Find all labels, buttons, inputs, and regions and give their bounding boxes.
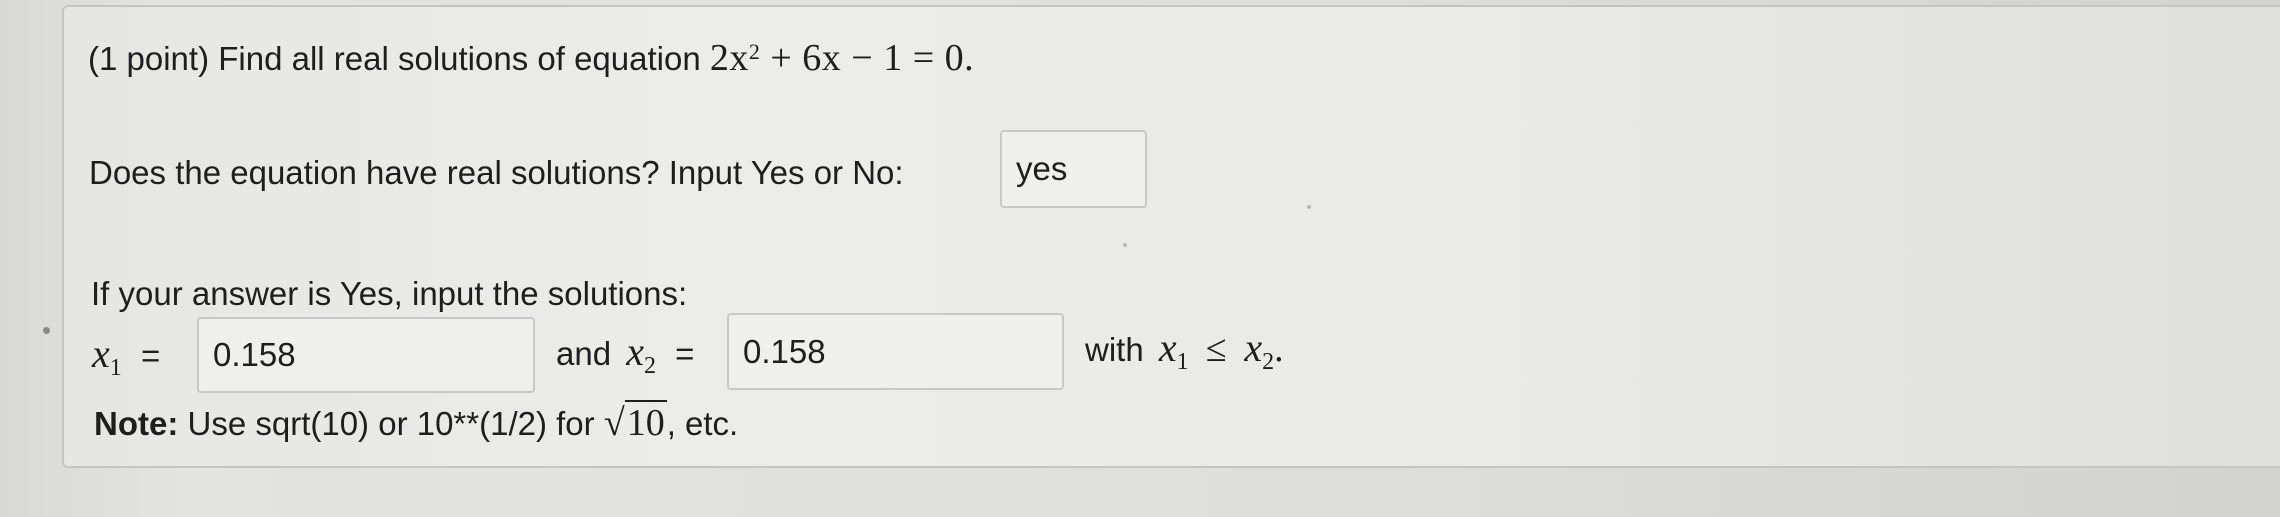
solutions-intro: If your answer is Yes, input the solutio…	[91, 275, 688, 312]
x2-input-value: 0.158	[743, 332, 826, 370]
problem-points: (1 point)	[88, 40, 210, 77]
and-label: and	[556, 335, 612, 372]
x2-input[interactable]: 0.158	[727, 313, 1064, 390]
cond-operator: ≤	[1205, 328, 1228, 370]
x1-input[interactable]: 0.158	[197, 317, 535, 393]
sqrt-expression: √10	[603, 400, 667, 444]
cond-x1-var: x	[1158, 325, 1177, 370]
note-tail: , etc.	[666, 405, 739, 442]
with-label: with	[1085, 331, 1144, 368]
equation-exponent: 2	[748, 39, 761, 64]
problem-equation: 2x2 + 6x − 1 = 0.	[710, 37, 974, 79]
cond-x2-var: x	[1244, 325, 1263, 370]
ordering-condition: with x1 ≤ x2.	[1085, 325, 1285, 376]
real-solutions-value: yes	[1016, 150, 1068, 187]
margin-dot	[43, 327, 50, 334]
problem-statement: (1 point) Find all real solutions of equ…	[88, 38, 974, 79]
x2-equals: =	[675, 335, 695, 372]
x1-label: x1 =	[92, 331, 161, 382]
x2-var: x	[626, 329, 644, 374]
x1-sub: 1	[109, 355, 122, 381]
surface-speck	[1307, 205, 1311, 209]
cond-x2-sub: 2	[1262, 349, 1275, 375]
cond-end: .	[1274, 328, 1285, 370]
problem-prompt: Find all real solutions of equation	[218, 40, 701, 77]
x1-var: x	[92, 331, 110, 376]
cond-x1-sub: 1	[1176, 349, 1189, 375]
equation-lead: 2x	[709, 37, 749, 79]
note-text: Use sqrt(10) or 10**(1/2) for	[187, 405, 595, 442]
x1-input-value: 0.158	[213, 336, 296, 373]
equation-rest: + 6x − 1 = 0.	[760, 37, 975, 79]
real-solutions-question: Does the equation have real solutions? I…	[89, 154, 904, 191]
x1-equals: =	[140, 337, 161, 374]
surface-speck	[1123, 243, 1127, 247]
x2-sub: 2	[644, 353, 656, 379]
sqrt-radicand: 10	[624, 400, 667, 444]
note-line: Note: Use sqrt(10) or 10**(1/2) for √10,…	[94, 400, 739, 444]
real-solutions-input[interactable]: yes	[1000, 130, 1147, 208]
note-label: Note:	[94, 405, 179, 442]
x2-label: and x2 =	[556, 329, 695, 380]
